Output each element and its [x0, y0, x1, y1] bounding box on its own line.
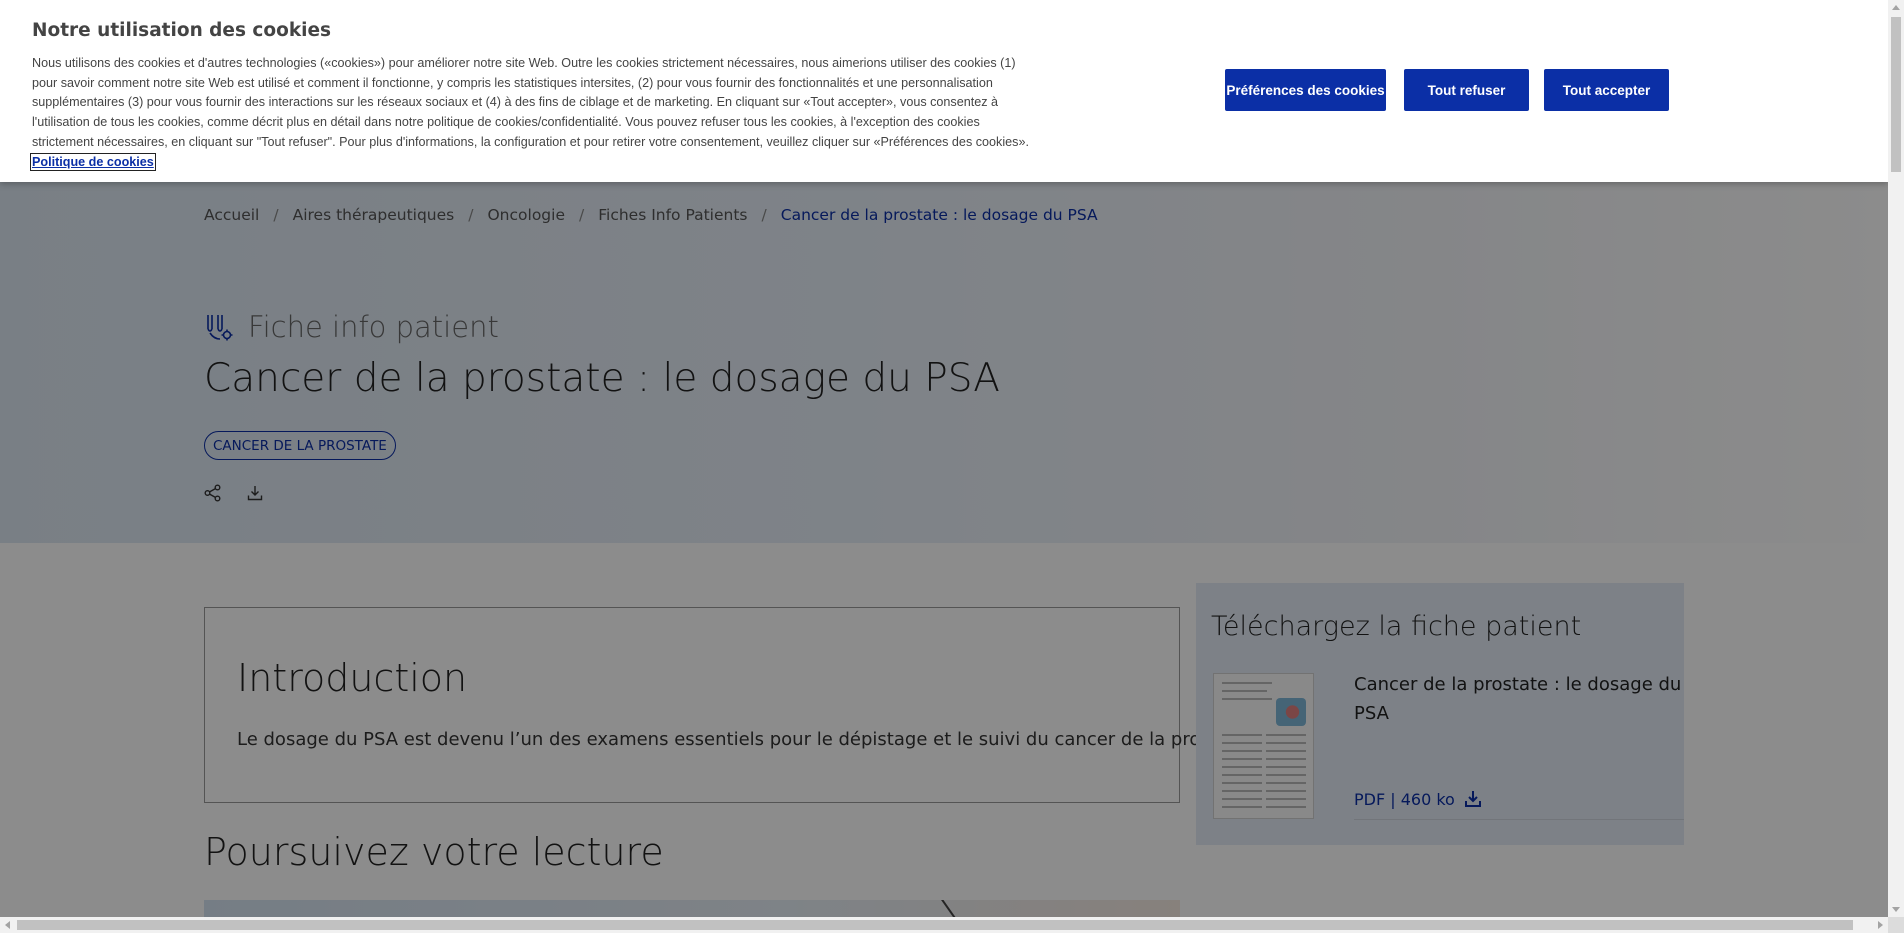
cookie-banner-title: Notre utilisation des cookies	[32, 20, 332, 41]
scroll-left-icon[interactable]	[5, 921, 10, 929]
cookie-preferences-button[interactable]: Préférences des cookies	[1225, 69, 1386, 111]
scrollbar-corner	[1888, 917, 1904, 933]
vertical-scrollbar[interactable]	[1888, 0, 1904, 917]
cookie-policy-link[interactable]: Politique de cookies	[30, 152, 156, 171]
horizontal-scrollbar-thumb[interactable]	[17, 920, 1853, 930]
horizontal-scrollbar[interactable]	[0, 917, 1888, 933]
cookie-description: Nous utilisons des cookies et d'autres t…	[32, 56, 1029, 149]
scroll-up-icon[interactable]	[1892, 5, 1900, 10]
accept-all-button[interactable]: Tout accepter	[1544, 69, 1669, 111]
cookie-banner-text: Nous utilisons des cookies et d'autres t…	[30, 54, 1032, 172]
vertical-scrollbar-thumb[interactable]	[1891, 17, 1901, 172]
cookie-banner: Notre utilisation des cookies Nous utili…	[0, 0, 1888, 182]
scroll-right-icon[interactable]	[1878, 921, 1883, 929]
refuse-all-button[interactable]: Tout refuser	[1404, 69, 1529, 111]
scroll-down-icon[interactable]	[1892, 907, 1900, 912]
page: Accueil / Aires thérapeutiques / Oncolog…	[0, 0, 1888, 917]
